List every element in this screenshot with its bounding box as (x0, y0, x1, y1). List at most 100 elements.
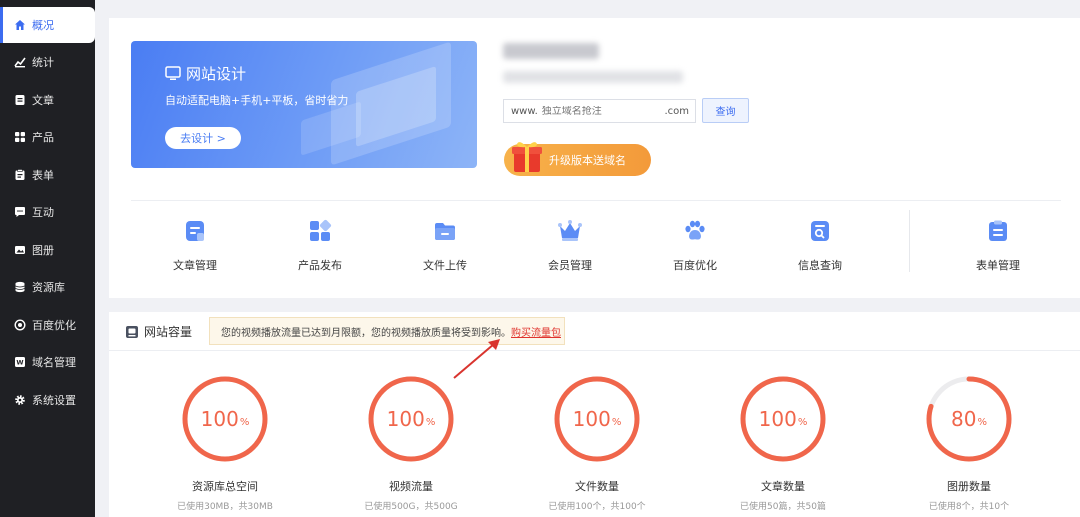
quick-action-label: 信息查询 (798, 259, 842, 272)
sidebar-item-domain[interactable]: W 域名管理 (0, 344, 95, 380)
quick-action-product-publish[interactable]: 产品发布 (270, 218, 370, 273)
capacity-title-text: 网站容量 (144, 325, 193, 339)
sidebar-item-overview[interactable]: 概况 (0, 7, 95, 43)
album-icon (14, 244, 26, 256)
gauge-label: 资源库总空间 (192, 480, 258, 493)
domain-prefix: www. (511, 105, 538, 117)
annotation-arrow-icon (453, 339, 500, 379)
gauge-label: 文件数量 (575, 480, 619, 493)
gauge-value: 80 (951, 407, 977, 431)
sidebar-item-article[interactable]: 文章 (0, 82, 95, 118)
domain-input[interactable] (541, 105, 652, 117)
quick-action-label: 文件上传 (423, 259, 467, 272)
sidebar-item-label: 文章 (32, 94, 54, 107)
sidebar-item-stats[interactable]: 统计 (0, 44, 95, 80)
divider (109, 350, 1080, 351)
quick-action-label: 百度优化 (673, 259, 717, 272)
sidebar-item-label: 产品 (32, 131, 54, 144)
quick-action-label: 会员管理 (548, 259, 592, 272)
gear-icon (14, 394, 26, 406)
domain-icon: W (14, 356, 26, 368)
site-name-blurred (503, 43, 599, 59)
gift-icon (508, 138, 546, 174)
divider (909, 210, 910, 272)
gauge-detail: 已使用100个，共100个 (548, 502, 646, 512)
sidebar-item-label: 资源库 (32, 281, 65, 294)
gauge-value: 100 (572, 407, 611, 431)
database-icon (14, 281, 26, 293)
banner-title: 网站设计 (165, 63, 246, 84)
gauge-unit: % (239, 417, 250, 428)
seo-icon (14, 319, 26, 331)
gauge-label: 文章数量 (761, 480, 805, 493)
quick-action-baidu-seo[interactable]: 百度优化 (645, 218, 745, 273)
gauge-video-traffic: 100% (367, 375, 455, 463)
domain-search-field[interactable]: www. .com (503, 99, 696, 123)
traffic-limit-notice: 您的视频播放流量已达到月限额，您的视频播放质量将受到影响。 购买流量包 (209, 317, 565, 345)
sidebar-top (0, 0, 95, 6)
sidebar-item-settings[interactable]: 系统设置 (0, 382, 95, 418)
stats-icon (14, 56, 26, 68)
sidebar-item-label: 概况 (32, 19, 54, 32)
home-icon (14, 19, 26, 31)
svg-text:W: W (16, 359, 23, 367)
quick-action-article-manage[interactable]: 文章管理 (145, 218, 245, 273)
banner-title-text: 网站设计 (186, 65, 247, 83)
sidebar: 概况 统计 文章 产品 表单 互动 图册 资源库 百度优化 W 域名管理 系统设… (0, 0, 95, 517)
file-upload-icon (432, 218, 458, 244)
website-design-banner[interactable]: 网站设计 自动适配电脑+手机+平板，省时省力 去设计 > (131, 41, 477, 168)
form-icon (14, 169, 26, 181)
quick-action-label: 产品发布 (298, 259, 342, 272)
quick-action-file-upload[interactable]: 文件上传 (395, 218, 495, 273)
sidebar-item-label: 图册 (32, 244, 54, 257)
gauge-unit: % (425, 417, 436, 428)
quick-action-info-query[interactable]: 信息查询 (770, 218, 870, 273)
paw-icon (682, 218, 708, 244)
sidebar-item-label: 互动 (32, 206, 54, 219)
sidebar-item-label: 系统设置 (32, 394, 76, 407)
crown-icon (557, 218, 583, 244)
gauge-article-count: 100% (739, 375, 827, 463)
article-icon (14, 94, 26, 106)
gauge-detail: 已使用30MB，共30MB (177, 502, 273, 512)
monitor-icon (165, 66, 181, 81)
sidebar-item-album[interactable]: 图册 (0, 232, 95, 268)
gauge-unit: % (797, 417, 808, 428)
query-button[interactable]: 查询 (702, 98, 749, 123)
upgrade-promo-button[interactable]: 升级版本送域名 (504, 142, 651, 176)
sidebar-item-label: 统计 (32, 56, 54, 69)
quick-action-member-manage[interactable]: 会员管理 (520, 218, 620, 273)
banner-subtitle: 自动适配电脑+手机+平板，省时省力 (165, 94, 349, 107)
search-doc-icon (807, 218, 833, 244)
sidebar-item-product[interactable]: 产品 (0, 119, 95, 155)
sidebar-item-label: 域名管理 (32, 356, 76, 369)
gauge-unit: % (611, 417, 622, 428)
promo-label: 升级版本送域名 (549, 154, 626, 167)
sidebar-item-form[interactable]: 表单 (0, 157, 95, 193)
gauge-detail: 已使用50篇，共50篇 (740, 502, 826, 512)
buy-traffic-link[interactable]: 购买流量包 (511, 324, 561, 339)
sidebar-item-seo[interactable]: 百度优化 (0, 307, 95, 343)
gauge-resource-space: 100% (181, 375, 269, 463)
sidebar-item-resources[interactable]: 资源库 (0, 269, 95, 305)
chat-icon (14, 206, 26, 218)
domain-suffix[interactable]: .com (664, 106, 695, 117)
gauge-album-count: 80% (925, 375, 1013, 463)
gauge-label: 图册数量 (947, 480, 991, 493)
gauge-value: 100 (758, 407, 797, 431)
go-design-button[interactable]: 去设计 > (165, 127, 241, 149)
divider (131, 200, 1061, 201)
quick-action-form-manage[interactable]: 表单管理 (948, 218, 1048, 273)
gauge-value: 100 (386, 407, 425, 431)
gauge-label: 视频流量 (389, 480, 433, 493)
gauge-unit: % (977, 417, 987, 428)
gauge-file-count: 100% (553, 375, 641, 463)
sidebar-item-interaction[interactable]: 互动 (0, 194, 95, 230)
gauge-detail: 已使用500G，共500G (364, 502, 458, 512)
sidebar-item-label: 百度优化 (32, 319, 76, 332)
gauge-detail: 已使用8个，共10个 (928, 502, 1010, 512)
capacity-title: 网站容量 (125, 323, 192, 340)
sidebar-item-label: 表单 (32, 169, 54, 182)
capacity-icon (125, 325, 139, 339)
product-publish-icon (307, 218, 333, 244)
